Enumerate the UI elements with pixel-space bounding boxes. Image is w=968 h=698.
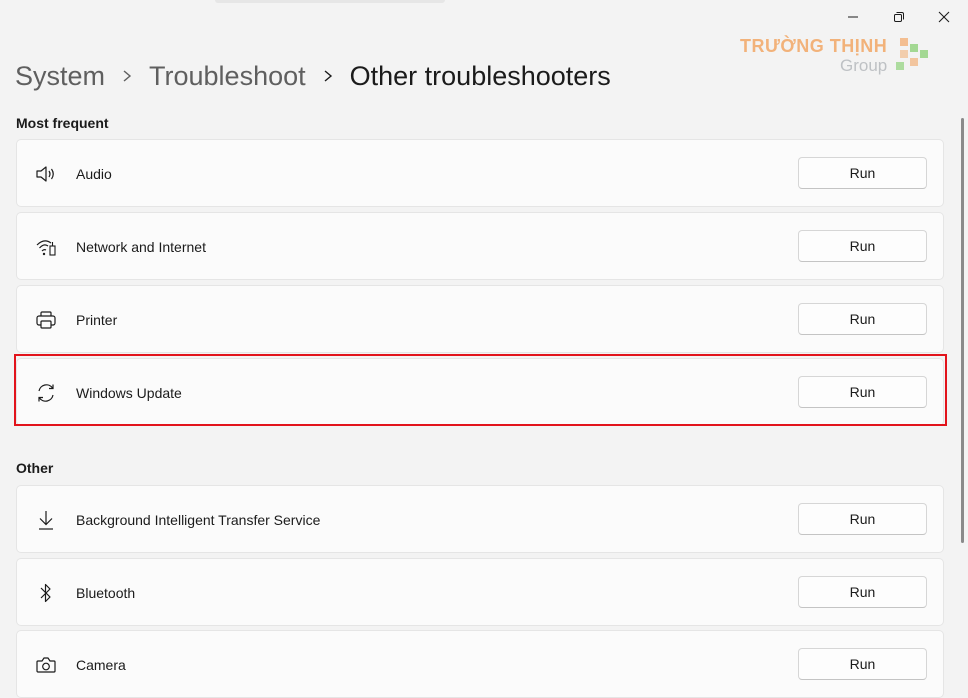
run-button-printer[interactable]: Run <box>798 303 927 335</box>
chevron-right-icon <box>105 69 149 83</box>
network-icon <box>34 235 58 259</box>
minimize-icon <box>848 16 858 18</box>
troubleshooter-audio: Audio Run <box>16 139 944 207</box>
troubleshooter-label: Camera <box>76 657 126 673</box>
title-bar-shadow <box>215 0 445 3</box>
logo-square <box>900 50 908 58</box>
troubleshooter-windows-update: Windows Update Run <box>16 358 944 426</box>
run-button-audio[interactable]: Run <box>798 157 927 189</box>
minimize-button[interactable] <box>838 4 868 30</box>
troubleshooter-label: Network and Internet <box>76 239 206 255</box>
logo-square <box>910 58 918 66</box>
chevron-right-icon <box>306 69 350 83</box>
printer-icon <box>34 308 58 332</box>
breadcrumb-troubleshoot[interactable]: Troubleshoot <box>149 61 306 92</box>
run-button-bluetooth[interactable]: Run <box>798 576 927 608</box>
camera-icon <box>34 653 58 677</box>
run-button-bits[interactable]: Run <box>798 503 927 535</box>
troubleshooter-label: Bluetooth <box>76 585 136 601</box>
troubleshooter-label: Audio <box>76 166 112 182</box>
speaker-icon <box>34 162 58 186</box>
watermark-logo: TRƯỜNG THỊNH Group <box>738 34 938 78</box>
download-icon <box>34 508 58 532</box>
troubleshooter-printer: Printer Run <box>16 285 944 353</box>
troubleshooter-bits: Background Intelligent Transfer Service … <box>16 485 944 553</box>
run-button-camera[interactable]: Run <box>798 648 927 680</box>
troubleshooter-network: Network and Internet Run <box>16 212 944 280</box>
watermark-sub: Group <box>840 56 888 75</box>
breadcrumb: System Troubleshoot Other troubleshooter… <box>15 58 611 94</box>
close-button[interactable] <box>929 4 959 30</box>
close-icon <box>938 11 950 23</box>
section-label-most-frequent: Most frequent <box>16 115 109 131</box>
logo-square <box>920 50 928 58</box>
scrollbar[interactable] <box>961 118 964 543</box>
watermark-brand: TRƯỜNG THỊNH <box>740 36 888 56</box>
run-button-windows-update[interactable]: Run <box>798 376 927 408</box>
page-title: Other troubleshooters <box>349 60 611 91</box>
run-button-network[interactable]: Run <box>798 230 927 262</box>
troubleshooter-bluetooth: Bluetooth Run <box>16 558 944 626</box>
troubleshooter-camera: Camera Run <box>16 630 944 698</box>
section-label-other: Other <box>16 460 54 476</box>
breadcrumb-system[interactable]: System <box>15 61 105 92</box>
logo-square <box>896 62 904 70</box>
restore-icon <box>894 12 904 22</box>
logo-square <box>900 38 908 46</box>
sync-icon <box>34 381 58 405</box>
logo-square <box>910 44 918 52</box>
troubleshooter-label: Background Intelligent Transfer Service <box>76 512 321 528</box>
troubleshooter-label: Windows Update <box>76 385 182 401</box>
bluetooth-icon <box>34 581 58 605</box>
restore-button[interactable] <box>884 4 914 30</box>
troubleshooter-label: Printer <box>76 312 118 328</box>
